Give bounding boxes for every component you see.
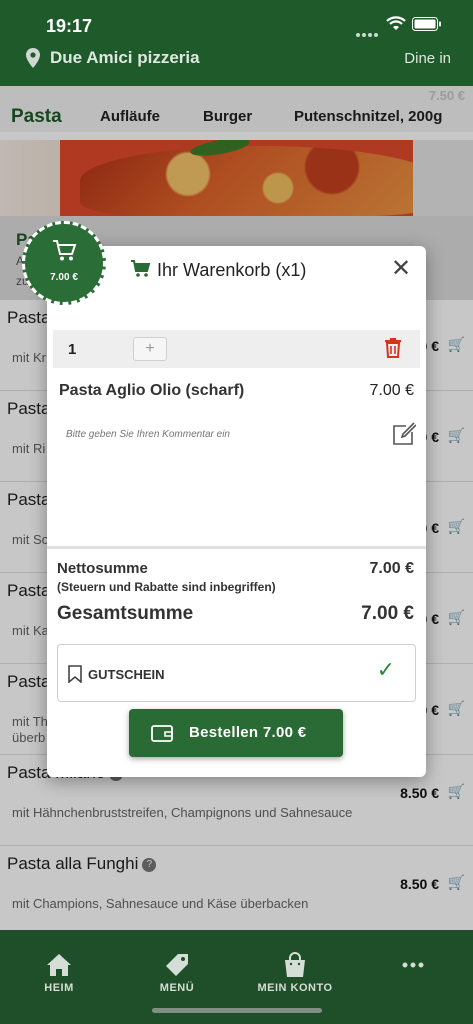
divider [47, 546, 426, 549]
app-header: Due Amici pizzeria Dine in [0, 44, 473, 86]
cart-line-name: Pasta Aglio Olio (scharf) [59, 382, 245, 399]
home-icon [47, 954, 71, 976]
cart-badge-amount: 7.00 € [50, 272, 78, 283]
order-button[interactable]: Bestellen 7.00 € [129, 709, 343, 757]
check-icon[interactable]: ✓ [377, 657, 395, 683]
quantity-row: 1 + [53, 330, 420, 368]
home-indicator [152, 1008, 322, 1013]
wallet-icon [151, 725, 173, 742]
signal-dots-icon [356, 24, 382, 37]
net-total-label: Nettosumme [57, 560, 148, 577]
nav-menu-label: MENÜ [159, 982, 195, 994]
wifi-icon [386, 16, 406, 30]
modal-title: Ihr Warenkorb (x1) [157, 260, 307, 280]
store-name[interactable]: Due Amici pizzeria [50, 48, 200, 68]
nav-home-label: HEIM [44, 982, 74, 994]
battery-icon [412, 17, 441, 31]
grand-total-value: 7.00 € [361, 603, 414, 624]
item-quantity: 1 [68, 341, 77, 358]
order-button-label: Bestellen 7.00 € [189, 724, 307, 741]
status-bar: 19:17 [0, 0, 473, 44]
increase-quantity-button[interactable]: + [133, 337, 167, 361]
cart-icon [131, 260, 151, 277]
status-time: 19:17 [46, 16, 93, 36]
nav-more[interactable] [363, 952, 463, 982]
cart-line-price: 7.00 € [369, 382, 414, 399]
trash-icon[interactable] [382, 337, 404, 359]
voucher-field[interactable]: GUTSCHEIN ✓ [57, 644, 416, 702]
dine-mode[interactable]: Dine in [404, 50, 451, 67]
nav-account[interactable]: MEIN KONTO [245, 952, 345, 994]
tag-icon [166, 954, 188, 976]
comment-input[interactable] [64, 428, 368, 441]
cart-modal: Ihr Warenkorb (x1) ✕ 1 + Pasta Aglio Oli… [47, 246, 426, 777]
nav-menu[interactable]: MENÜ [127, 952, 227, 994]
cart-icon [53, 240, 77, 261]
edit-icon[interactable] [392, 422, 416, 446]
nav-account-label: MEIN KONTO [257, 982, 333, 994]
close-icon[interactable]: ✕ [388, 256, 414, 282]
cart-badge[interactable]: 7.00 € [22, 221, 106, 305]
nav-home[interactable]: HEIM [9, 952, 109, 994]
voucher-label: GUTSCHEIN [88, 667, 165, 682]
bag-icon [285, 952, 305, 977]
net-total-value: 7.00 € [369, 560, 414, 577]
bookmark-icon [68, 665, 82, 683]
tax-note: (Steuern und Rabatte sind inbegriffen) [57, 580, 276, 594]
more-icon [402, 962, 424, 968]
grand-total-label: Gesamtsumme [57, 603, 194, 624]
location-pin-icon [26, 48, 40, 68]
